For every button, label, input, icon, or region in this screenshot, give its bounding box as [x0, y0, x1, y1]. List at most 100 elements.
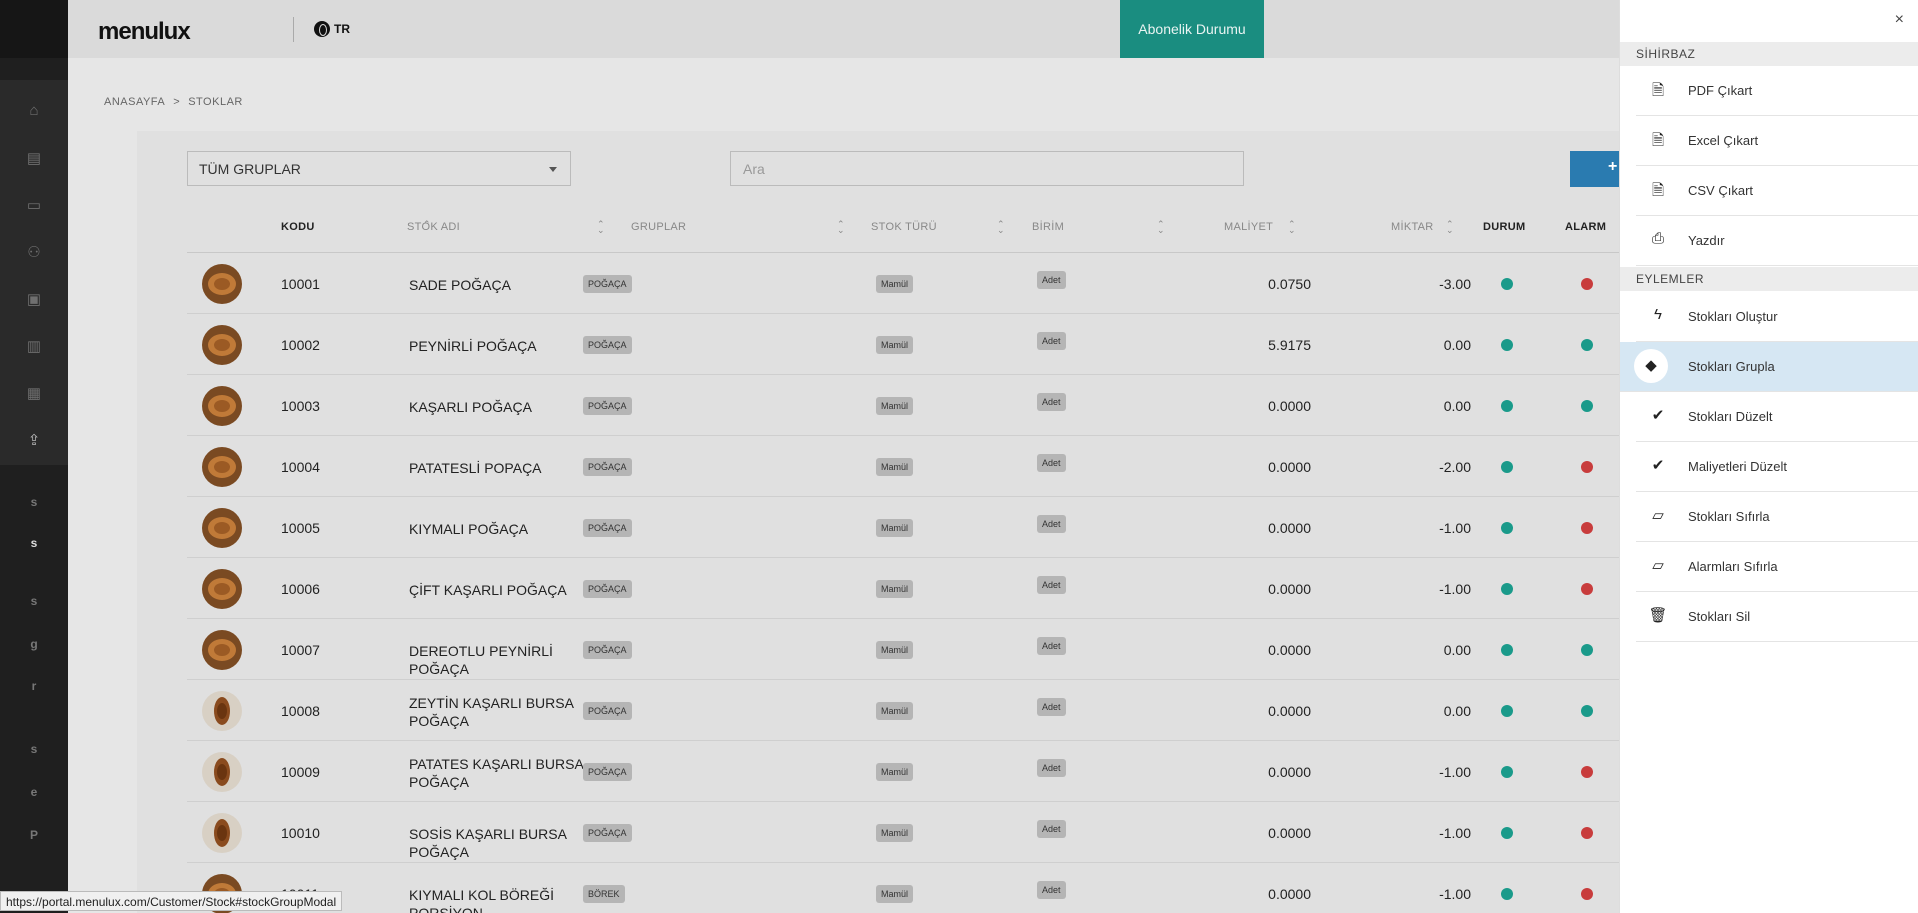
stock-quantity: 0.00	[1443, 337, 1471, 353]
table-row[interactable]: 10001 SADE POĞAÇA POĞAÇA Mamül Adet 0.0750 -3.…	[187, 253, 1637, 314]
home-icon[interactable]: ⌂	[0, 102, 68, 119]
group-badge: POĞAÇA	[583, 275, 632, 293]
drawer-item-label: Stokları Sıfırla	[1688, 509, 1770, 524]
sidebar-letter[interactable]: s	[0, 594, 68, 608]
column-unit[interactable]: BİRİM	[1032, 221, 1064, 233]
table-row[interactable]: 10010 SOSİS KAŞARLI BURSA POĞAÇA POĞAÇA Mam…	[187, 802, 1637, 863]
table-row[interactable]: 10002 PEYNİRLİ POĞAÇA POĞAÇA Mamül Adet 5.917…	[187, 314, 1637, 375]
drawer-item-yazd-r[interactable]: ⎙ Yazdır	[1636, 216, 1918, 266]
stock-name: KIYMALI POĞAÇA	[409, 521, 529, 537]
table-row[interactable]: 10008 ZEYTİN KAŞARLI BURSA POĞAÇA POĞAÇA Ma…	[187, 680, 1637, 741]
csv-icon: 🗎	[1651, 182, 1665, 199]
language-switcher[interactable]: TR	[314, 21, 350, 37]
drawer-item-stoklar-olu-tur[interactable]: ϟ Stokları Oluştur	[1636, 292, 1918, 342]
sidebar-letter[interactable]: r	[0, 679, 68, 693]
table-header: KODU ⌃ STOK ADI ⌃ ⌄ GRUPLAR ⌃ ⌄ STOK TÜRÜ …	[187, 203, 1637, 253]
stock-name: DEREOTLU PEYNİRLİ POĞAÇA	[409, 643, 553, 677]
search-input[interactable]	[730, 151, 1244, 186]
drawer-item-csv-kart[interactable]: 🗎 CSV Çıkart	[1636, 166, 1918, 216]
stock-cost: 5.9175	[1268, 337, 1311, 353]
drawer-item-stoklar-grupla[interactable]: ◆ Stokları Grupla	[1620, 342, 1918, 392]
upload-icon[interactable]: ⇪	[0, 431, 68, 449]
subscription-status-button[interactable]: Abonelik Durumu	[1120, 0, 1264, 58]
table-row[interactable]: 10007 DEREOTLU PEYNİRLİ POĞAÇA POĞAÇA Mamül…	[187, 619, 1637, 680]
table-row[interactable]: 10011KIYMALI KOL BÖREĞİ PORSİYONBÖREKMam…	[187, 863, 1637, 913]
drawer-item-pdf-kart[interactable]: 🗎 PDF Çıkart	[1636, 66, 1918, 116]
stock-name: KIYMALI KOL BÖREĞİ PORSİYON	[409, 887, 554, 913]
table-row[interactable]: 10006 ÇİFT KAŞARLI POĞAÇA POĞAÇA Mamül Adet 0…	[187, 558, 1637, 619]
alarm-dot	[1581, 888, 1593, 900]
sort-icon[interactable]: ⌃ ⌄	[997, 220, 1005, 235]
column-code[interactable]: KODU	[281, 221, 315, 233]
trash-icon: 🗑	[1648, 607, 1668, 624]
type-badge: Mamül	[876, 641, 914, 659]
type-badge: Mamül	[876, 458, 914, 476]
stock-code: 10009	[281, 764, 320, 780]
sidebar-letter[interactable]: e	[0, 785, 68, 799]
close-icon[interactable]: ×	[1895, 11, 1904, 29]
status-dot	[1501, 461, 1513, 473]
list-icon[interactable]: ▤	[0, 149, 68, 167]
brand-logo[interactable]: menulux	[98, 18, 191, 46]
drawer-item-excel-kart[interactable]: 🗎 Excel Çıkart	[1636, 116, 1918, 166]
column-cost[interactable]: MALİYET	[1224, 221, 1273, 233]
table-row[interactable]: 10009 PATATES KAŞARLI BURSA POĞAÇA POĞAÇA M…	[187, 741, 1637, 802]
column-status[interactable]: DURUM	[1483, 221, 1525, 233]
type-badge: Mamül	[876, 763, 914, 781]
group-badge: POĞAÇA	[583, 336, 632, 354]
sort-icon[interactable]: ⌃ ⌄	[1157, 220, 1165, 235]
stock-quantity: -2.00	[1439, 459, 1471, 475]
stock-cost: 0.0750	[1268, 276, 1311, 292]
column-name[interactable]: STOK ADI	[407, 221, 460, 233]
sidebar-letter[interactable]: s	[0, 742, 68, 756]
wizard-section-title: SİHİRBAZ	[1620, 42, 1918, 66]
stock-code: 10001	[281, 276, 320, 292]
status-url: https://portal.menulux.com/Customer/Stoc…	[0, 891, 343, 911]
column-quantity[interactable]: MİKTAR	[1391, 221, 1434, 233]
sort-icon[interactable]: ⌃ ⌄	[837, 220, 845, 235]
stock-thumbnail	[202, 569, 242, 609]
box-icon[interactable]: ▭	[0, 196, 68, 214]
stock-thumbnail	[202, 813, 242, 853]
pdf-icon: 🗎	[1651, 82, 1665, 99]
drawer-item-label: Stokları Sil	[1688, 609, 1751, 624]
group-filter-select[interactable]: TÜM GRUPLAR	[187, 151, 571, 186]
drawer-item-label: Stokları Düzelt	[1688, 409, 1773, 424]
column-type[interactable]: STOK TÜRÜ	[871, 221, 937, 233]
table-row[interactable]: 10005 KIYMALI POĞAÇA POĞAÇA Mamül Adet 0.0000…	[187, 497, 1637, 558]
alarm-dot	[1581, 461, 1593, 473]
stock-quantity: 0.00	[1443, 398, 1471, 414]
column-groups[interactable]: GRUPLAR	[631, 221, 686, 233]
column-alarm[interactable]: ALARM	[1565, 221, 1606, 233]
sidebar-letter[interactable]: g	[0, 637, 68, 651]
language-label: TR	[334, 22, 350, 36]
eraser-icon: ▱	[1652, 557, 1664, 574]
table-row[interactable]: 10003 KAŞARLI POĞAÇA POĞAÇA Mamül Adet 0.0000…	[187, 375, 1637, 436]
stock-code: 10005	[281, 520, 320, 536]
briefcase-icon[interactable]: ▣	[0, 290, 68, 308]
drawer-item-alarmlar-s-f-rla[interactable]: ▱ Alarmları Sıfırla	[1636, 542, 1918, 592]
alarm-dot	[1581, 705, 1593, 717]
table-row[interactable]: 10004 PATATESLİ POPAÇA POĞAÇA Mamül Adet 0.00…	[187, 436, 1637, 497]
users-icon[interactable]: ⚇	[0, 243, 68, 261]
breadcrumb-home[interactable]: ANASAYFA	[104, 96, 165, 108]
sort-icon[interactable]: ⌃ ⌄	[597, 220, 605, 235]
sidebar-letter[interactable]: P	[0, 828, 68, 842]
drawer-item-stoklar-d-zelt[interactable]: ✔ Stokları Düzelt	[1636, 392, 1918, 442]
stock-thumbnail	[202, 447, 242, 487]
sidebar-letter[interactable]: s	[0, 495, 68, 509]
drawer-item-label: Yazdır	[1688, 233, 1725, 248]
sidebar-letter[interactable]: s	[0, 536, 68, 550]
drawer-item-stoklar-s-f-rla[interactable]: ▱ Stokları Sıfırla	[1636, 492, 1918, 542]
drawer-item-stoklar-sil[interactable]: 🗑 Stokları Sil	[1636, 592, 1918, 642]
money-icon[interactable]: ▥	[0, 337, 68, 355]
clipboard-icon[interactable]: ▦	[0, 384, 68, 402]
stock-thumbnail	[202, 630, 242, 670]
drawer-item-maliyetleri-d-zelt[interactable]: ✔ Maliyetleri Düzelt	[1636, 442, 1918, 492]
sort-icon[interactable]: ⌃ ⌄	[1446, 220, 1454, 235]
sort-icon[interactable]: ⌃ ⌄	[1288, 220, 1296, 235]
stock-thumbnail	[202, 508, 242, 548]
status-dot	[1501, 766, 1513, 778]
alarm-dot	[1581, 644, 1593, 656]
status-dot	[1501, 278, 1513, 290]
